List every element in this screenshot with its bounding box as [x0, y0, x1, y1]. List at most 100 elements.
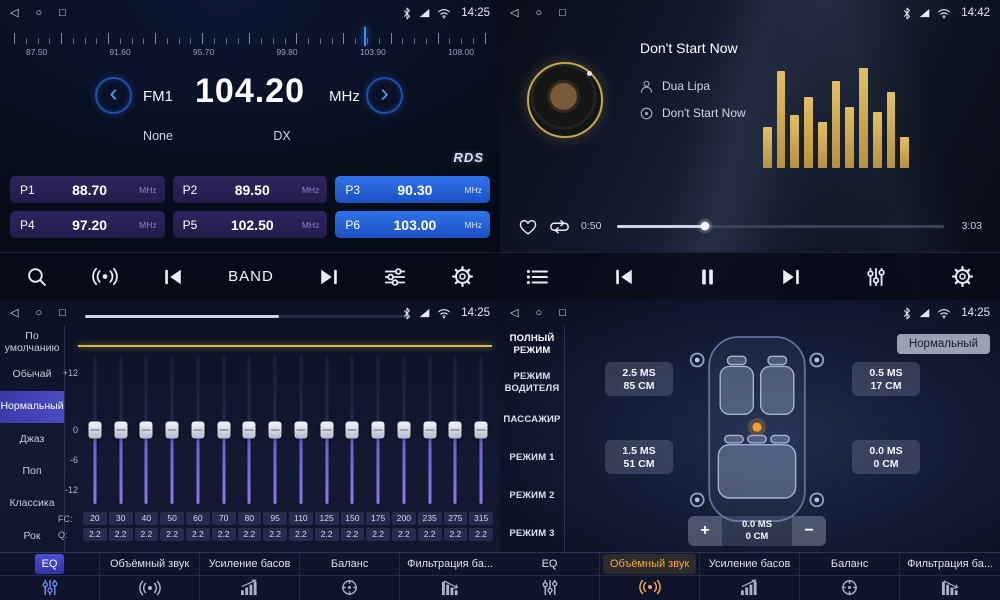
slider-knob[interactable]: [397, 422, 410, 439]
preset-button[interactable]: P6 103.00 MHz: [335, 211, 490, 238]
slider-knob[interactable]: [191, 422, 204, 439]
listening-mode-item[interactable]: ПОЛНЫЙ РЕЖИМ: [500, 326, 564, 364]
eq-band-slider[interactable]: [185, 356, 211, 504]
progress-bar[interactable]: [617, 225, 944, 228]
slider-knob[interactable]: [166, 422, 179, 439]
nav-home-icon[interactable]: ○: [35, 308, 42, 319]
nav-home-icon[interactable]: ○: [535, 8, 542, 19]
slider-knob[interactable]: [269, 422, 282, 439]
eq-preset-item[interactable]: Поп: [0, 455, 64, 487]
slider-knob[interactable]: [423, 422, 436, 439]
nav-home-icon[interactable]: ○: [535, 308, 542, 319]
playlist-icon[interactable]: [526, 268, 548, 286]
eq-preset-item[interactable]: По умолчанию: [0, 326, 64, 358]
eq-band-slider[interactable]: [314, 356, 340, 504]
tab-bass-boost[interactable]: Усиление басов: [200, 553, 300, 600]
pause-icon[interactable]: [700, 268, 715, 286]
listening-mode-item[interactable]: РЕЖИМ 3: [500, 514, 564, 552]
decrease-delay-button[interactable]: −: [792, 516, 826, 546]
tab-surround-sound[interactable]: Объёмный звук: [100, 553, 200, 600]
slider-knob[interactable]: [243, 422, 256, 439]
equalizer-icon[interactable]: [867, 267, 885, 287]
tab-balance[interactable]: Баланс: [300, 553, 400, 600]
nav-home-icon[interactable]: ○: [35, 8, 42, 19]
repeat-icon[interactable]: [548, 218, 571, 235]
preset-button[interactable]: P2 89.50 MHz: [173, 176, 328, 203]
nav-recents-icon[interactable]: □: [559, 308, 566, 319]
delay-rear-left[interactable]: 1.5 MS 51 CM: [605, 440, 673, 474]
listening-mode-item[interactable]: ПАССАЖИР: [500, 401, 564, 439]
slider-knob[interactable]: [475, 422, 488, 439]
band-button[interactable]: BAND: [228, 268, 274, 285]
eq-preset-item[interactable]: Классика: [0, 487, 64, 519]
tab-eq[interactable]: EQ: [500, 553, 600, 600]
eq-band-slider[interactable]: [211, 356, 237, 504]
eq-band-slider[interactable]: [288, 356, 314, 504]
auto-scan-icon[interactable]: [92, 267, 118, 286]
delay-front-right[interactable]: 0.5 MS 17 CM: [852, 362, 920, 396]
eq-band-slider[interactable]: [237, 356, 263, 504]
tab-surround-sound[interactable]: Объёмный звук: [600, 553, 700, 600]
eq-band-slider[interactable]: [365, 356, 391, 504]
tab-eq[interactable]: EQ: [0, 553, 100, 600]
slider-knob[interactable]: [140, 422, 153, 439]
preset-button[interactable]: P3 90.30 MHz: [335, 176, 490, 203]
slider-knob[interactable]: [88, 422, 101, 439]
tune-down-button[interactable]: ‹: [95, 77, 132, 114]
slider-knob[interactable]: [217, 422, 230, 439]
increase-delay-button[interactable]: +: [688, 516, 722, 546]
preset-button[interactable]: P1 88.70 MHz: [10, 176, 165, 203]
eq-preset-item[interactable]: Рок: [0, 520, 64, 552]
sound-preset-button[interactable]: Нормальный: [897, 334, 990, 354]
listening-mode-item[interactable]: РЕЖИМ 2: [500, 477, 564, 515]
tab-filtering[interactable]: Фильтрация ба...: [400, 553, 500, 600]
settings-gear-icon[interactable]: [451, 265, 474, 288]
eq-band-slider[interactable]: [443, 356, 469, 504]
nav-back-icon[interactable]: ◁: [10, 8, 18, 19]
previous-track-icon[interactable]: [614, 268, 634, 286]
delay-rear-right[interactable]: 0.0 MS 0 CM: [852, 440, 920, 474]
audio-mixer-icon[interactable]: [384, 268, 406, 286]
favorite-heart-icon[interactable]: [518, 218, 538, 235]
tab-filtering[interactable]: Фильтрация ба...: [900, 553, 1000, 600]
eq-band-slider[interactable]: [417, 356, 443, 504]
tab-balance[interactable]: Баланс: [800, 553, 900, 600]
previous-station-icon[interactable]: [163, 268, 183, 286]
nav-back-icon[interactable]: ◁: [510, 308, 518, 319]
progress-knob[interactable]: [701, 222, 710, 231]
slider-knob[interactable]: [449, 422, 462, 439]
eq-band-slider[interactable]: [468, 356, 494, 504]
slider-knob[interactable]: [320, 422, 333, 439]
delay-front-left[interactable]: 2.5 MS 85 CM: [605, 362, 673, 396]
eq-band-slider[interactable]: [159, 356, 185, 504]
slider-knob[interactable]: [372, 422, 385, 439]
eq-band-slider[interactable]: [82, 356, 108, 504]
settings-gear-icon[interactable]: [951, 265, 974, 288]
nav-recents-icon[interactable]: □: [59, 8, 66, 19]
eq-band-slider[interactable]: [108, 356, 134, 504]
eq-band-slider[interactable]: [134, 356, 160, 504]
tune-up-button[interactable]: ›: [366, 77, 403, 114]
search-stations-icon[interactable]: [26, 266, 47, 287]
eq-preset-item[interactable]: Нормальный: [0, 391, 64, 423]
nav-back-icon[interactable]: ◁: [10, 308, 18, 319]
eq-band-slider[interactable]: [262, 356, 288, 504]
eq-band-slider[interactable]: [340, 356, 366, 504]
nav-recents-icon[interactable]: □: [559, 8, 566, 19]
slider-knob[interactable]: [346, 422, 359, 439]
next-station-icon[interactable]: [319, 268, 339, 286]
eq-preset-item[interactable]: Джаз: [0, 423, 64, 455]
eq-preset-item[interactable]: Обычай: [0, 358, 64, 390]
preset-button[interactable]: P5 102.50 MHz: [173, 211, 328, 238]
slider-knob[interactable]: [114, 422, 127, 439]
listening-mode-item[interactable]: РЕЖИМ ВОДИТЕЛЯ: [500, 364, 564, 402]
nav-recents-icon[interactable]: □: [59, 308, 66, 319]
nav-back-icon[interactable]: ◁: [510, 8, 518, 19]
next-track-icon[interactable]: [781, 268, 801, 286]
slider-knob[interactable]: [294, 422, 307, 439]
tab-bass-boost[interactable]: Усиление басов: [700, 553, 800, 600]
listening-mode-item[interactable]: РЕЖИМ 1: [500, 439, 564, 477]
eq-band-slider[interactable]: [391, 356, 417, 504]
preset-button[interactable]: P4 97.20 MHz: [10, 211, 165, 238]
dx-mode-label[interactable]: DX: [262, 129, 302, 143]
